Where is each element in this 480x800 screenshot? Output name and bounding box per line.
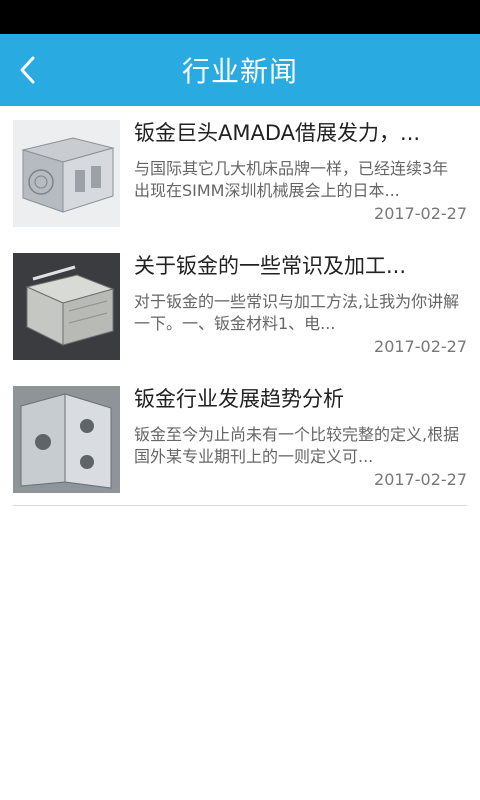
news-list: 钣金巨头AMADA借展发力，... 与国际其它几大机床品牌一样，已经连续3年出现… bbox=[0, 106, 480, 506]
news-summary: 钣金至今为止尚未有一个比较完整的定义,根据国外某专业期刊上的一则定义可... bbox=[134, 425, 460, 466]
back-button[interactable] bbox=[0, 34, 56, 106]
news-date: 2017-02-27 bbox=[374, 337, 467, 356]
status-bar bbox=[0, 0, 480, 34]
news-thumbnail bbox=[13, 386, 120, 493]
news-item[interactable]: 钣金巨头AMADA借展发力，... 与国际其它几大机床品牌一样，已经连续3年出现… bbox=[13, 106, 467, 239]
news-thumbnail bbox=[13, 120, 120, 227]
news-title: 钣金行业发展趋势分析 bbox=[134, 387, 344, 411]
news-title: 关于钣金的一些常识及加工... bbox=[134, 254, 407, 278]
page-title: 行业新闻 bbox=[181, 55, 298, 88]
chevron-left-icon bbox=[20, 56, 35, 84]
news-item[interactable]: 钣金行业发展趋势分析 钣金至今为止尚未有一个比较完整的定义,根据国外某专业期刊上… bbox=[13, 372, 467, 505]
app-header: 行业新闻 bbox=[0, 34, 480, 106]
news-summary: 对于钣金的一些常识与加工方法,让我为你讲解一下。一、钣金材料1、电... bbox=[134, 292, 460, 333]
news-date: 2017-02-27 bbox=[374, 204, 467, 223]
news-thumbnail bbox=[13, 253, 120, 360]
news-item[interactable]: 关于钣金的一些常识及加工... 对于钣金的一些常识与加工方法,让我为你讲解一下。… bbox=[13, 239, 467, 372]
news-summary: 与国际其它几大机床品牌一样，已经连续3年出现在SIMM深圳机械展会上的日本... bbox=[134, 159, 449, 200]
news-title: 钣金巨头AMADA借展发力，... bbox=[134, 121, 421, 145]
news-date: 2017-02-27 bbox=[374, 470, 467, 489]
list-divider bbox=[13, 505, 467, 506]
